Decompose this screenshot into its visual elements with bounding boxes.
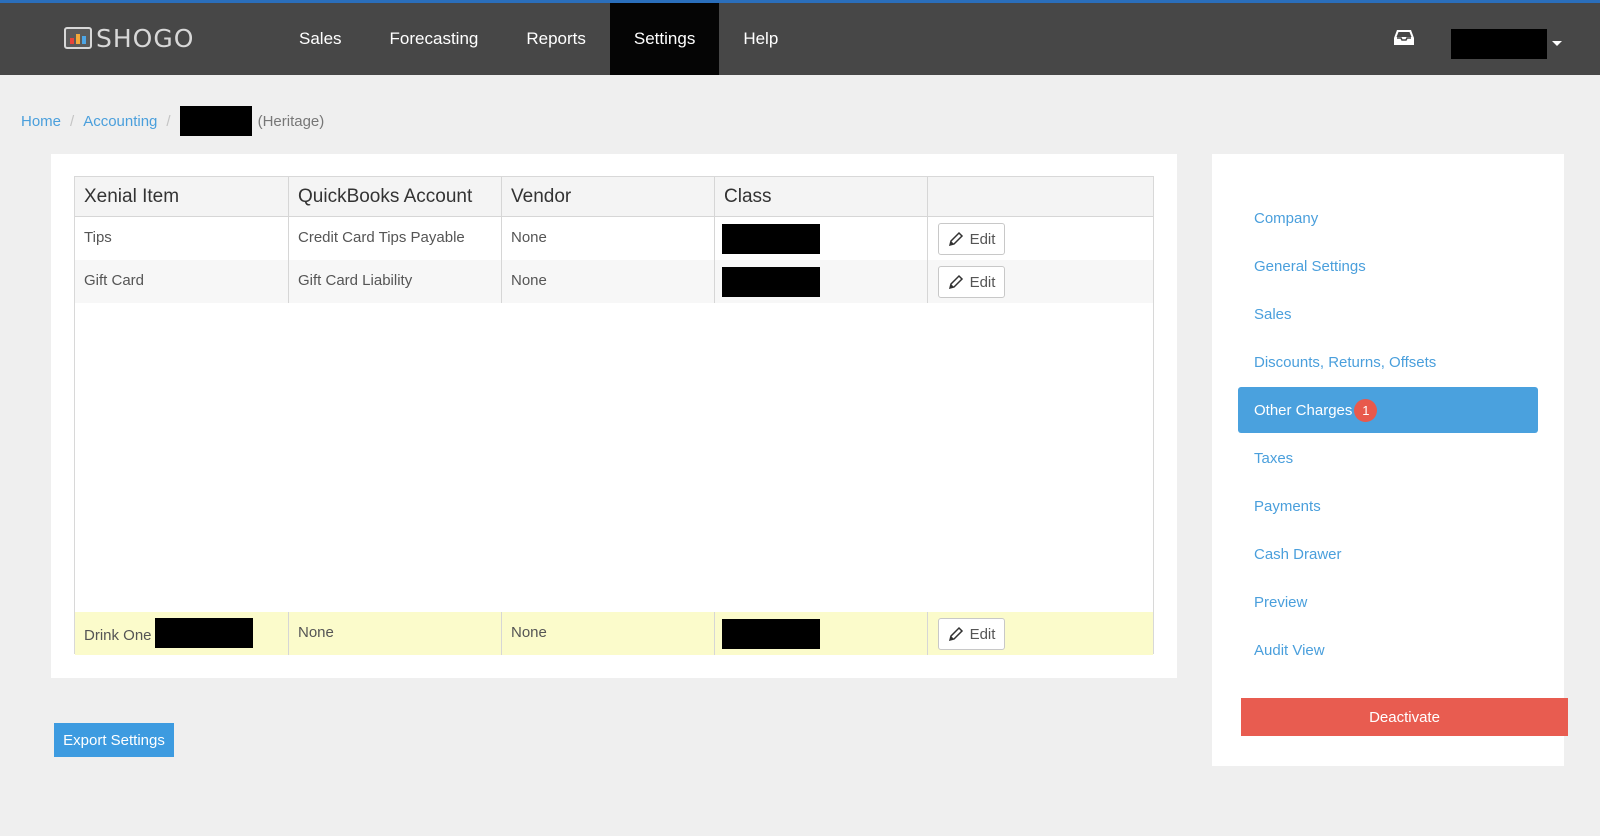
sidebar-item-other-charges[interactable]: Other Charges 1 bbox=[1238, 387, 1538, 433]
breadcrumb-accounting[interactable]: Accounting bbox=[83, 113, 157, 130]
table-row: Tips Credit Card Tips Payable None Edit bbox=[75, 217, 1153, 260]
header-actions bbox=[928, 177, 1153, 216]
edit-button[interactable]: Edit bbox=[938, 618, 1005, 650]
top-navbar: SHOGO Sales Forecasting Reports Settings… bbox=[0, 0, 1600, 75]
edit-label: Edit bbox=[969, 230, 996, 248]
nav-forecasting[interactable]: Forecasting bbox=[366, 3, 503, 75]
edit-label: Edit bbox=[969, 273, 996, 291]
cell-quickbooks-account: Gift Card Liability bbox=[289, 260, 502, 303]
cell-quickbooks-account: Credit Card Tips Payable bbox=[289, 217, 502, 260]
breadcrumb: Home / Accounting / (Heritage) bbox=[21, 106, 325, 136]
logo-text: SHOGO bbox=[96, 23, 195, 53]
logo-chart-icon bbox=[64, 27, 92, 49]
nav-settings[interactable]: Settings bbox=[609, 3, 720, 75]
table-row: Gift Card Gift Card Liability None Edit bbox=[75, 260, 1153, 303]
edit-label: Edit bbox=[969, 625, 996, 643]
sidebar-item-taxes[interactable]: Taxes bbox=[1238, 435, 1538, 481]
cell-class bbox=[715, 217, 928, 260]
sidebar-item-company[interactable]: Company bbox=[1238, 195, 1538, 241]
cell-class bbox=[715, 260, 928, 303]
pencil-icon bbox=[948, 274, 963, 290]
edit-button[interactable]: Edit bbox=[938, 223, 1005, 255]
header-xenial-item[interactable]: Xenial Item bbox=[75, 177, 289, 216]
nav-help[interactable]: Help bbox=[719, 3, 802, 75]
breadcrumb-home[interactable]: Home bbox=[21, 113, 61, 130]
cell-xenial-item: Drink One bbox=[75, 612, 289, 655]
sidebar-item-cash-drawer[interactable]: Cash Drawer bbox=[1238, 531, 1538, 577]
breadcrumb-separator: / bbox=[70, 112, 75, 130]
cell-quickbooks-account: None bbox=[289, 612, 502, 655]
cell-vendor: None bbox=[502, 612, 715, 655]
notification-badge: 1 bbox=[1354, 398, 1378, 422]
cell-actions: Edit bbox=[928, 612, 1153, 655]
grid-header: Xenial Item QuickBooks Account Vendor Cl… bbox=[75, 177, 1153, 217]
class-redacted bbox=[722, 224, 820, 254]
header-quickbooks-account[interactable]: QuickBooks Account bbox=[289, 177, 502, 216]
mapping-grid: Xenial Item QuickBooks Account Vendor Cl… bbox=[74, 176, 1154, 655]
sidebar-item-preview[interactable]: Preview bbox=[1238, 579, 1538, 625]
sidebar-item-discounts[interactable]: Discounts, Returns, Offsets bbox=[1238, 339, 1538, 385]
table-empty-area bbox=[75, 303, 1153, 612]
cell-actions: Edit bbox=[928, 217, 1153, 260]
breadcrumb-separator: / bbox=[166, 112, 171, 130]
nav-reports[interactable]: Reports bbox=[502, 3, 610, 75]
settings-sidebar: Company General Settings Sales Discounts… bbox=[1212, 154, 1568, 766]
export-settings-button[interactable]: Export Settings bbox=[54, 723, 174, 757]
cell-actions: Edit bbox=[928, 260, 1153, 303]
sidebar-item-audit-view[interactable]: Audit View bbox=[1238, 627, 1538, 673]
inbox-icon[interactable] bbox=[1393, 29, 1415, 47]
header-class[interactable]: Class bbox=[715, 177, 928, 216]
class-redacted bbox=[722, 267, 820, 297]
sidebar-item-payments[interactable]: Payments bbox=[1238, 483, 1538, 529]
breadcrumb-redacted-name bbox=[179, 106, 252, 136]
breadcrumb-current: (Heritage) bbox=[257, 112, 325, 130]
item-redacted bbox=[154, 618, 253, 648]
pencil-icon bbox=[948, 626, 963, 642]
sidebar-item-sales[interactable]: Sales bbox=[1238, 291, 1538, 337]
class-redacted bbox=[722, 619, 820, 649]
chevron-down-icon[interactable] bbox=[1552, 41, 1562, 46]
user-name-redacted[interactable] bbox=[1451, 29, 1547, 59]
item-label: Drink One bbox=[84, 626, 152, 644]
edit-button[interactable]: Edit bbox=[938, 266, 1005, 298]
mapping-panel: Xenial Item QuickBooks Account Vendor Cl… bbox=[51, 154, 1177, 678]
sidebar-item-label: Other Charges bbox=[1254, 401, 1353, 419]
table-row: Drink One None None Edit bbox=[75, 612, 1153, 655]
shogo-logo[interactable]: SHOGO bbox=[64, 21, 194, 55]
deactivate-button[interactable]: Deactivate bbox=[1241, 698, 1568, 736]
cell-xenial-item: Gift Card bbox=[75, 260, 289, 303]
settings-menu: Company General Settings Sales Discounts… bbox=[1238, 195, 1538, 675]
cell-class bbox=[715, 612, 928, 655]
cell-vendor: None bbox=[502, 260, 715, 303]
main-nav: Sales Forecasting Reports Settings Help bbox=[275, 3, 802, 75]
cell-xenial-item: Tips bbox=[75, 217, 289, 260]
header-vendor[interactable]: Vendor bbox=[502, 177, 715, 216]
nav-sales[interactable]: Sales bbox=[275, 3, 366, 75]
cell-vendor: None bbox=[502, 217, 715, 260]
sidebar-item-general-settings[interactable]: General Settings bbox=[1238, 243, 1538, 289]
pencil-icon bbox=[948, 231, 963, 247]
